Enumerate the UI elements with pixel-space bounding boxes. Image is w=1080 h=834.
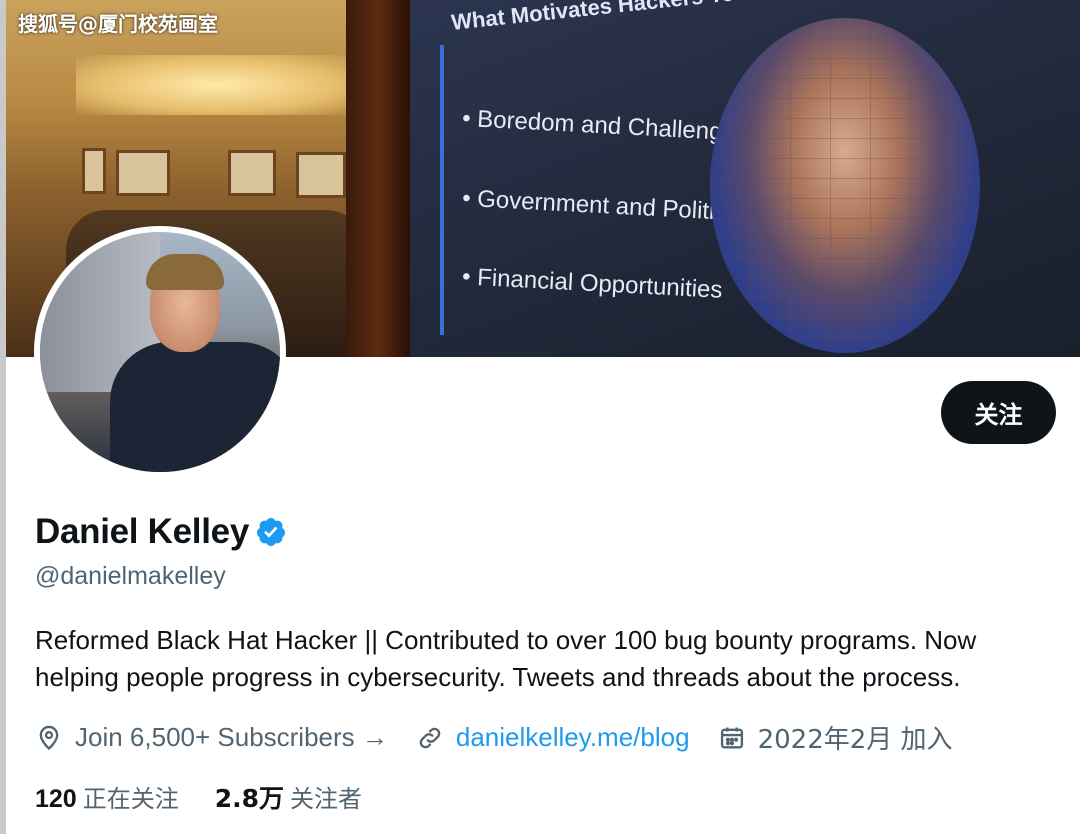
slide-bullet: • Government and Politics xyxy=(461,184,740,227)
profile-name-row: Daniel Kelley xyxy=(35,512,287,552)
banner-pillar xyxy=(346,0,410,357)
link-icon xyxy=(419,727,441,748)
location-text: Join 6,500+ Subscribers → xyxy=(75,722,388,752)
joined-item: 2022年2月 加入 xyxy=(718,719,953,756)
profile-stats-row: 120 正在关注 2.8万 关注者 xyxy=(35,779,398,815)
avatar-photo xyxy=(40,232,280,472)
calendar-icon xyxy=(720,727,743,748)
website-link[interactable]: danielkelley.me/blog xyxy=(456,722,690,753)
profile-meta-row: Join 6,500+ Subscribers → danielkelley.m… xyxy=(35,719,981,756)
display-name: Daniel Kelley xyxy=(35,512,249,551)
joined-date-text: 2022年2月 加入 xyxy=(757,725,953,755)
slide-bullet: • Financial Opportunities xyxy=(461,263,724,304)
location-item: Join 6,500+ Subscribers → xyxy=(35,722,388,753)
followers-stat[interactable]: 2.8万 关注者 xyxy=(215,779,362,815)
profile-bio: Reformed Black Hat Hacker || Contributed… xyxy=(35,625,977,692)
profile-handle: @danielmakelley xyxy=(35,562,226,590)
website-item[interactable]: danielkelley.me/blog xyxy=(416,722,690,753)
following-stat[interactable]: 120 正在关注 xyxy=(35,779,179,815)
follow-button[interactable]: 关注 xyxy=(941,381,1056,444)
speaker-video-circle xyxy=(710,18,980,353)
banner-presentation-screen: What Motivates Hackers To Ha • Boredom a… xyxy=(410,0,1080,357)
verified-badge-icon[interactable] xyxy=(255,516,287,548)
location-pin-icon xyxy=(39,725,59,750)
followers-count: 2.8万 xyxy=(214,784,285,813)
watermark-text: 搜狐号@厦门校苑画室 xyxy=(18,12,218,36)
following-count: 120 xyxy=(35,785,77,813)
following-label: 正在关注 xyxy=(82,785,179,813)
avatar[interactable] xyxy=(34,226,286,478)
followers-label: 关注者 xyxy=(290,785,363,813)
slide-bullet: • Boredom and Challenge xyxy=(461,104,737,147)
